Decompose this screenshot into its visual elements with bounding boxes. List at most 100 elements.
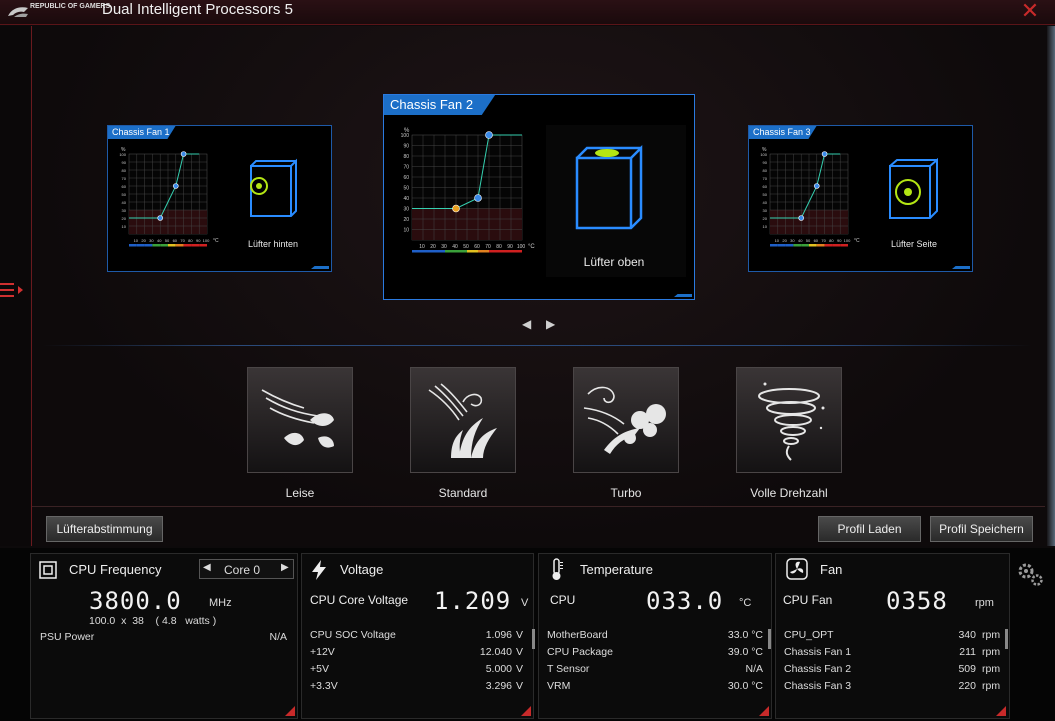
- panel-title: CPU Frequency: [69, 562, 162, 577]
- gust-icon: [583, 386, 666, 454]
- curve-handle[interactable]: [798, 215, 805, 221]
- fan-location-label: Lüfter oben: [583, 255, 645, 269]
- scrollbar-thumb[interactable]: [1005, 629, 1008, 649]
- close-button[interactable]: ✕: [1018, 0, 1042, 22]
- curve-handle[interactable]: [172, 183, 179, 189]
- chart-y-tick: 60: [403, 175, 409, 181]
- monitor-row-unit: V: [516, 646, 524, 658]
- chart-temp-band: [434, 250, 445, 253]
- monitor-row-unit: V: [516, 629, 524, 641]
- chart-temp-band: [467, 250, 478, 253]
- card-title: Chassis Fan 1: [108, 126, 176, 139]
- curve-handle[interactable]: [180, 151, 187, 157]
- cpu-fan-unit: rpm: [975, 597, 994, 609]
- monitor-row-label: Chassis Fan 2: [784, 663, 852, 675]
- chart-x-unit: °C: [854, 238, 860, 244]
- chart-y-tick: 20: [122, 216, 127, 221]
- chart-y-tick: 30: [763, 208, 768, 213]
- select-left-arrow-icon[interactable]: ◀: [203, 562, 211, 573]
- profile-standard-button[interactable]: [410, 367, 516, 473]
- profile-label: Turbo: [610, 486, 642, 500]
- select-right-arrow-icon[interactable]: ▶: [281, 562, 289, 573]
- chart-x-tick: 20: [782, 238, 787, 243]
- chart-temp-band: [129, 244, 137, 247]
- curve-handle[interactable]: [474, 194, 482, 202]
- monitor-row-value: 220: [958, 680, 976, 692]
- chart-y-tick: 50: [403, 186, 409, 192]
- main-voltage-label: CPU Core Voltage: [310, 593, 409, 607]
- curve-handle[interactable]: [452, 204, 460, 213]
- monitor-row-unit: V: [516, 663, 524, 675]
- menu-icon[interactable]: [0, 280, 24, 300]
- chart-x-tick: 60: [474, 244, 480, 250]
- panel-title: Voltage: [340, 562, 384, 577]
- panel-title: Fan: [820, 562, 843, 577]
- fan-curve-chart[interactable]: 100908070605040302010%10 20 30 40 50 60 70 80 90…: [113, 144, 221, 262]
- expand-corner-icon[interactable]: [759, 706, 769, 716]
- cpu-frequency-value: 3800.0: [89, 587, 182, 615]
- cpu-chip-icon: [39, 561, 57, 579]
- chart-x-unit: °C: [213, 238, 219, 244]
- chart-x-tick: 10: [419, 244, 425, 250]
- chart-x-tick: 50: [463, 244, 469, 250]
- fan-card-chassis-fan-3[interactable]: Chassis Fan 3 100 90 80 70 60 50 40 30 20 10% 10 20…: [748, 125, 973, 272]
- chart-x-tick: 50: [806, 238, 811, 243]
- cpu-temp-unit: °C: [739, 597, 752, 609]
- chart-y-tick: 20: [403, 217, 409, 223]
- chart-y-tick: 10: [403, 228, 409, 234]
- temperature-panel: Temperature CPU 033.0 °C MotherBoard 33.0…: [538, 553, 772, 719]
- chart-x-tick: 30: [149, 238, 154, 243]
- action-bar-divider: [32, 506, 1045, 507]
- fan-card-chassis-fan-1[interactable]: Chassis Fan 1 100 90 80 70 60 50 40 30 20 10% 10 20…: [107, 125, 332, 272]
- fan-curve-chart[interactable]: 100908070605040302010%10 20 30 40 50 60 70 80 90…: [392, 123, 540, 283]
- chart-x-tick: 40: [798, 238, 803, 243]
- chart-temp-band: [168, 244, 176, 247]
- chart-x-tick: 40: [452, 244, 458, 250]
- fan-location-label: Lüfter Seite: [890, 239, 938, 249]
- chart-temp-band: [816, 244, 825, 247]
- profile-label: Standard: [438, 486, 488, 500]
- chart-temp-band: [489, 250, 500, 253]
- fan-curve-chart[interactable]: 100908070605040302010%10 20 30 40 50 60 70 80 90…: [754, 144, 862, 262]
- save-profile-button[interactable]: Profil Speichern: [930, 516, 1033, 542]
- chart-temp-band: [160, 244, 168, 247]
- monitor-row-value: 3.296: [485, 680, 512, 692]
- profile-turbo-button[interactable]: [573, 367, 679, 473]
- core-select-value: Core 0: [224, 563, 261, 577]
- previous-arrow-icon[interactable]: ◀: [522, 317, 531, 331]
- chart-y-unit: %: [404, 128, 410, 134]
- monitor-row-unit: V: [516, 680, 524, 692]
- chart-y-tick: 50: [122, 192, 127, 197]
- chart-temp-band: [770, 244, 778, 247]
- fan-card-chassis-fan-2[interactable]: Chassis Fan 2 100 90 80 70 60 50 40 30 20 10% 10 20…: [383, 94, 695, 300]
- monitor-row-value: 5.000: [485, 663, 512, 675]
- load-profile-button[interactable]: Profil Laden: [818, 516, 921, 542]
- chart-y-tick: 90: [122, 160, 127, 165]
- fan-location-label: Lüfter hinten: [247, 239, 299, 249]
- monitor-row-value: 509: [958, 663, 976, 675]
- monitor-row-label: CPU SOC Voltage: [310, 629, 396, 641]
- cpu-fan-label: CPU Fan: [783, 593, 833, 607]
- expand-corner-icon[interactable]: [521, 706, 531, 716]
- monitor-row-value: N/A: [745, 663, 763, 675]
- curve-handle[interactable]: [485, 131, 493, 139]
- case-fan-top-icon: [575, 144, 643, 230]
- scrollbar-thumb[interactable]: [532, 629, 535, 649]
- next-arrow-icon[interactable]: ▶: [546, 317, 555, 331]
- chart-y-unit: %: [762, 147, 767, 153]
- curve-handle[interactable]: [157, 215, 164, 221]
- curve-handle[interactable]: [813, 183, 820, 189]
- scrollbar-thumb[interactable]: [768, 629, 771, 649]
- panel-title: Temperature: [580, 562, 653, 577]
- profile-silent-button[interactable]: [247, 367, 353, 473]
- chart-temp-band: [136, 244, 145, 247]
- expand-corner-icon[interactable]: [285, 706, 295, 716]
- core-select[interactable]: ◀ Core 0 ▶: [199, 559, 294, 579]
- expand-corner-icon[interactable]: [996, 706, 1006, 716]
- settings-gear-icon[interactable]: [1016, 561, 1044, 587]
- profile-full-speed-button[interactable]: [736, 367, 842, 473]
- chart-x-tick: 20: [141, 238, 146, 243]
- fan-panel: Fan CPU Fan 0358 rpm CPU_OPT 340 rpm Chassi…: [775, 553, 1010, 719]
- fan-tuning-button[interactable]: Lüfterabstimmung: [46, 516, 163, 542]
- curve-handle[interactable]: [821, 151, 828, 157]
